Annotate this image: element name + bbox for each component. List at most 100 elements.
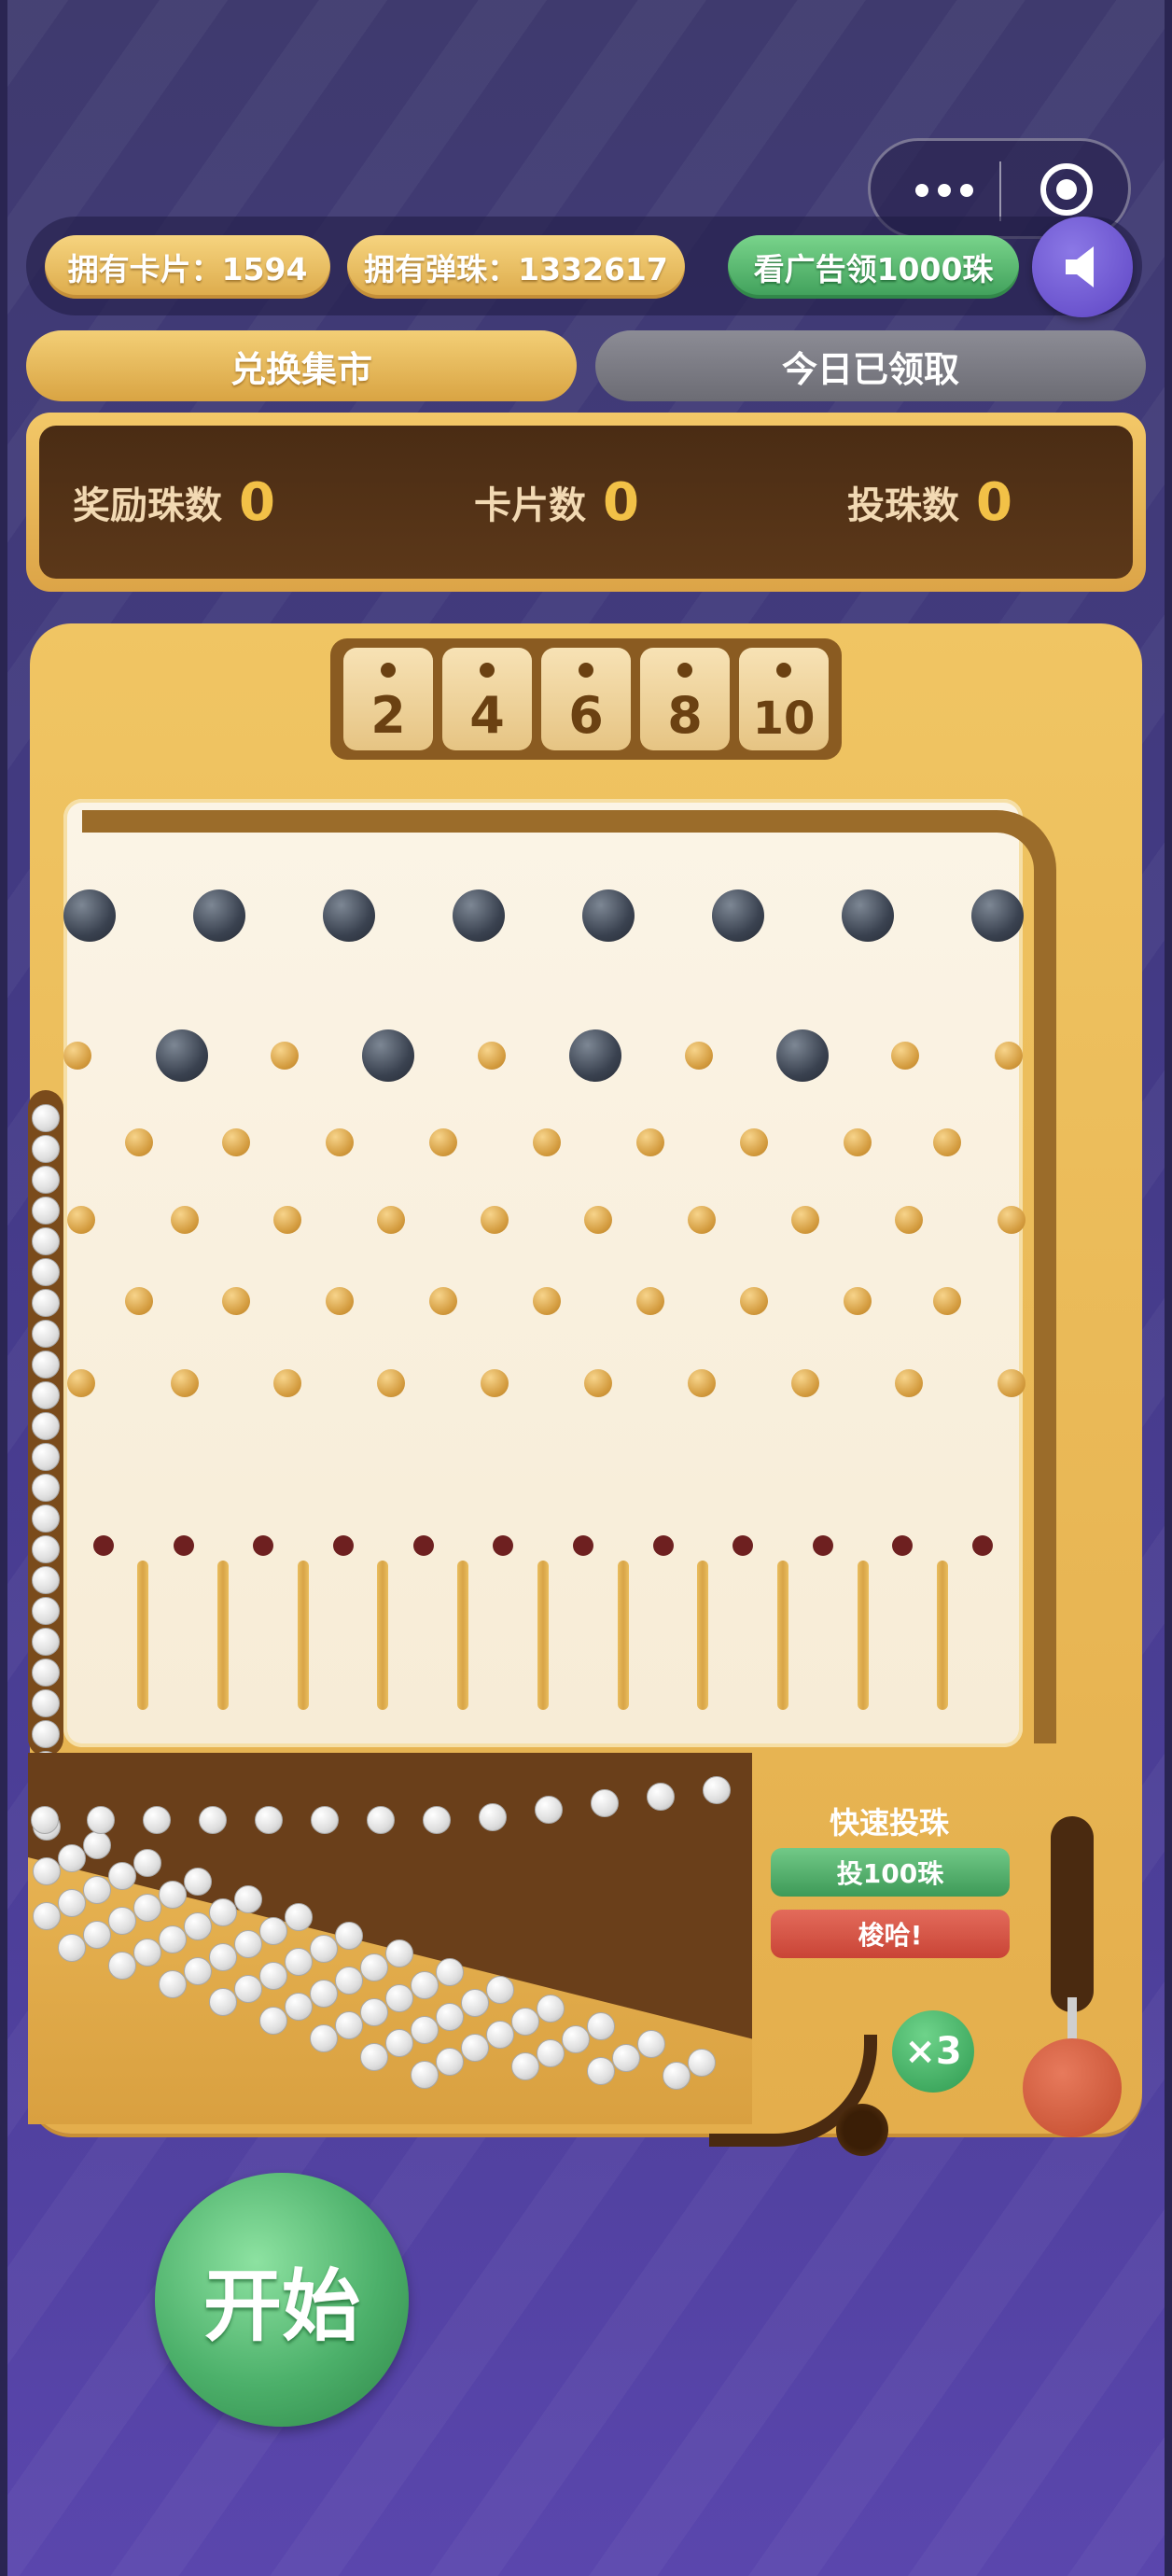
marble bbox=[199, 1806, 227, 1834]
slot-divider bbox=[217, 1561, 229, 1710]
watch-ad-button[interactable]: 看广告领1000珠 bbox=[728, 235, 1019, 299]
marble bbox=[58, 1933, 86, 1962]
stats-panel: 奖励珠数 0 卡片数 0 投珠数 0 bbox=[26, 413, 1146, 592]
marble bbox=[58, 1843, 86, 1872]
dark-peg bbox=[362, 1029, 414, 1082]
maroon-peg bbox=[732, 1535, 753, 1556]
marble bbox=[32, 1535, 60, 1563]
gold-peg bbox=[271, 1042, 299, 1070]
marble bbox=[33, 1902, 61, 1931]
dark-peg bbox=[776, 1029, 829, 1082]
marble bbox=[234, 1929, 262, 1958]
marble bbox=[32, 1443, 60, 1471]
multiplier-button[interactable]: ×3 bbox=[892, 2010, 974, 2093]
marble bbox=[511, 2051, 539, 2080]
marble bbox=[436, 2047, 464, 2076]
gold-peg bbox=[533, 1128, 561, 1156]
marble bbox=[159, 1925, 187, 1953]
slot-divider bbox=[137, 1561, 148, 1710]
marble bbox=[184, 1867, 212, 1896]
marble bbox=[310, 2024, 338, 2053]
dark-peg bbox=[453, 889, 505, 942]
sound-button[interactable] bbox=[1032, 217, 1133, 317]
gold-peg bbox=[895, 1369, 923, 1397]
slot-divider bbox=[858, 1561, 869, 1710]
marble bbox=[83, 1875, 111, 1904]
marble bbox=[587, 2012, 615, 2041]
dark-peg bbox=[323, 889, 375, 942]
marble bbox=[537, 2038, 565, 2067]
marble bbox=[479, 1802, 507, 1831]
marble bbox=[255, 1806, 283, 1834]
slot-divider bbox=[457, 1561, 468, 1710]
marble bbox=[83, 1920, 111, 1949]
gold-peg bbox=[125, 1287, 153, 1315]
plunger-knob[interactable] bbox=[1023, 2038, 1122, 2137]
reward-value: 0 bbox=[239, 471, 275, 533]
gold-peg bbox=[429, 1128, 457, 1156]
gold-peg bbox=[636, 1128, 664, 1156]
marble bbox=[310, 1980, 338, 2009]
marble bbox=[32, 1104, 60, 1132]
marble bbox=[335, 2010, 363, 2039]
gold-peg bbox=[844, 1128, 872, 1156]
bet-100-button[interactable]: 投100珠 bbox=[771, 1848, 1010, 1897]
dark-peg bbox=[712, 889, 764, 942]
marble bbox=[32, 1628, 60, 1656]
gold-peg bbox=[481, 1369, 509, 1397]
slot-divider bbox=[298, 1561, 309, 1710]
marble bbox=[411, 1971, 439, 1999]
marble bbox=[33, 1857, 61, 1886]
slot-divider bbox=[618, 1561, 629, 1710]
gold-peg bbox=[933, 1128, 961, 1156]
marble bbox=[259, 1961, 287, 1990]
gold-peg bbox=[326, 1287, 354, 1315]
slot-4: 4 bbox=[442, 648, 532, 750]
tab-exchange-market[interactable]: 兑换集市 bbox=[26, 330, 577, 401]
marble bbox=[486, 2021, 514, 2050]
marble bbox=[511, 2007, 539, 2036]
slot-divider bbox=[537, 1561, 549, 1710]
marble bbox=[234, 1974, 262, 2003]
more-dots-icon[interactable] bbox=[908, 169, 983, 210]
marble bbox=[234, 1884, 262, 1913]
gold-peg bbox=[67, 1206, 95, 1234]
marble bbox=[58, 1888, 86, 1917]
marble bbox=[87, 1806, 115, 1834]
gold-peg bbox=[998, 1206, 1026, 1234]
slot-divider bbox=[937, 1561, 948, 1710]
gold-peg bbox=[67, 1369, 95, 1397]
marble bbox=[612, 2043, 640, 2072]
marble bbox=[259, 2006, 287, 2035]
start-button[interactable]: 开始 bbox=[155, 2173, 409, 2427]
gold-peg bbox=[481, 1206, 509, 1234]
target-close-icon[interactable] bbox=[1040, 163, 1093, 216]
slot-6: 6 bbox=[541, 648, 631, 750]
tab-claimed-today[interactable]: 今日已领取 bbox=[595, 330, 1146, 401]
gold-peg bbox=[740, 1287, 768, 1315]
gold-peg bbox=[478, 1042, 506, 1070]
marble bbox=[367, 1806, 395, 1834]
gold-peg bbox=[685, 1042, 713, 1070]
gold-peg bbox=[222, 1287, 250, 1315]
marble bbox=[83, 1830, 111, 1859]
marble bbox=[32, 1566, 60, 1594]
marble bbox=[360, 1953, 388, 1981]
marble bbox=[587, 2057, 615, 2086]
capsule-divider bbox=[999, 161, 1001, 221]
plunger-slot bbox=[1051, 1816, 1094, 2012]
maroon-peg bbox=[972, 1535, 993, 1556]
gold-peg bbox=[584, 1206, 612, 1234]
gold-peg bbox=[377, 1206, 405, 1234]
bet-value: 0 bbox=[976, 471, 1012, 533]
gold-peg bbox=[273, 1369, 301, 1397]
marble bbox=[360, 2042, 388, 2071]
gold-peg bbox=[533, 1287, 561, 1315]
marble bbox=[32, 1197, 60, 1225]
slot-divider bbox=[777, 1561, 788, 1710]
all-in-button[interactable]: 梭哈! bbox=[771, 1910, 1010, 1958]
marble bbox=[184, 1956, 212, 1985]
dark-peg bbox=[193, 889, 245, 942]
left-edge bbox=[0, 0, 7, 2576]
rail-cap bbox=[82, 810, 105, 833]
